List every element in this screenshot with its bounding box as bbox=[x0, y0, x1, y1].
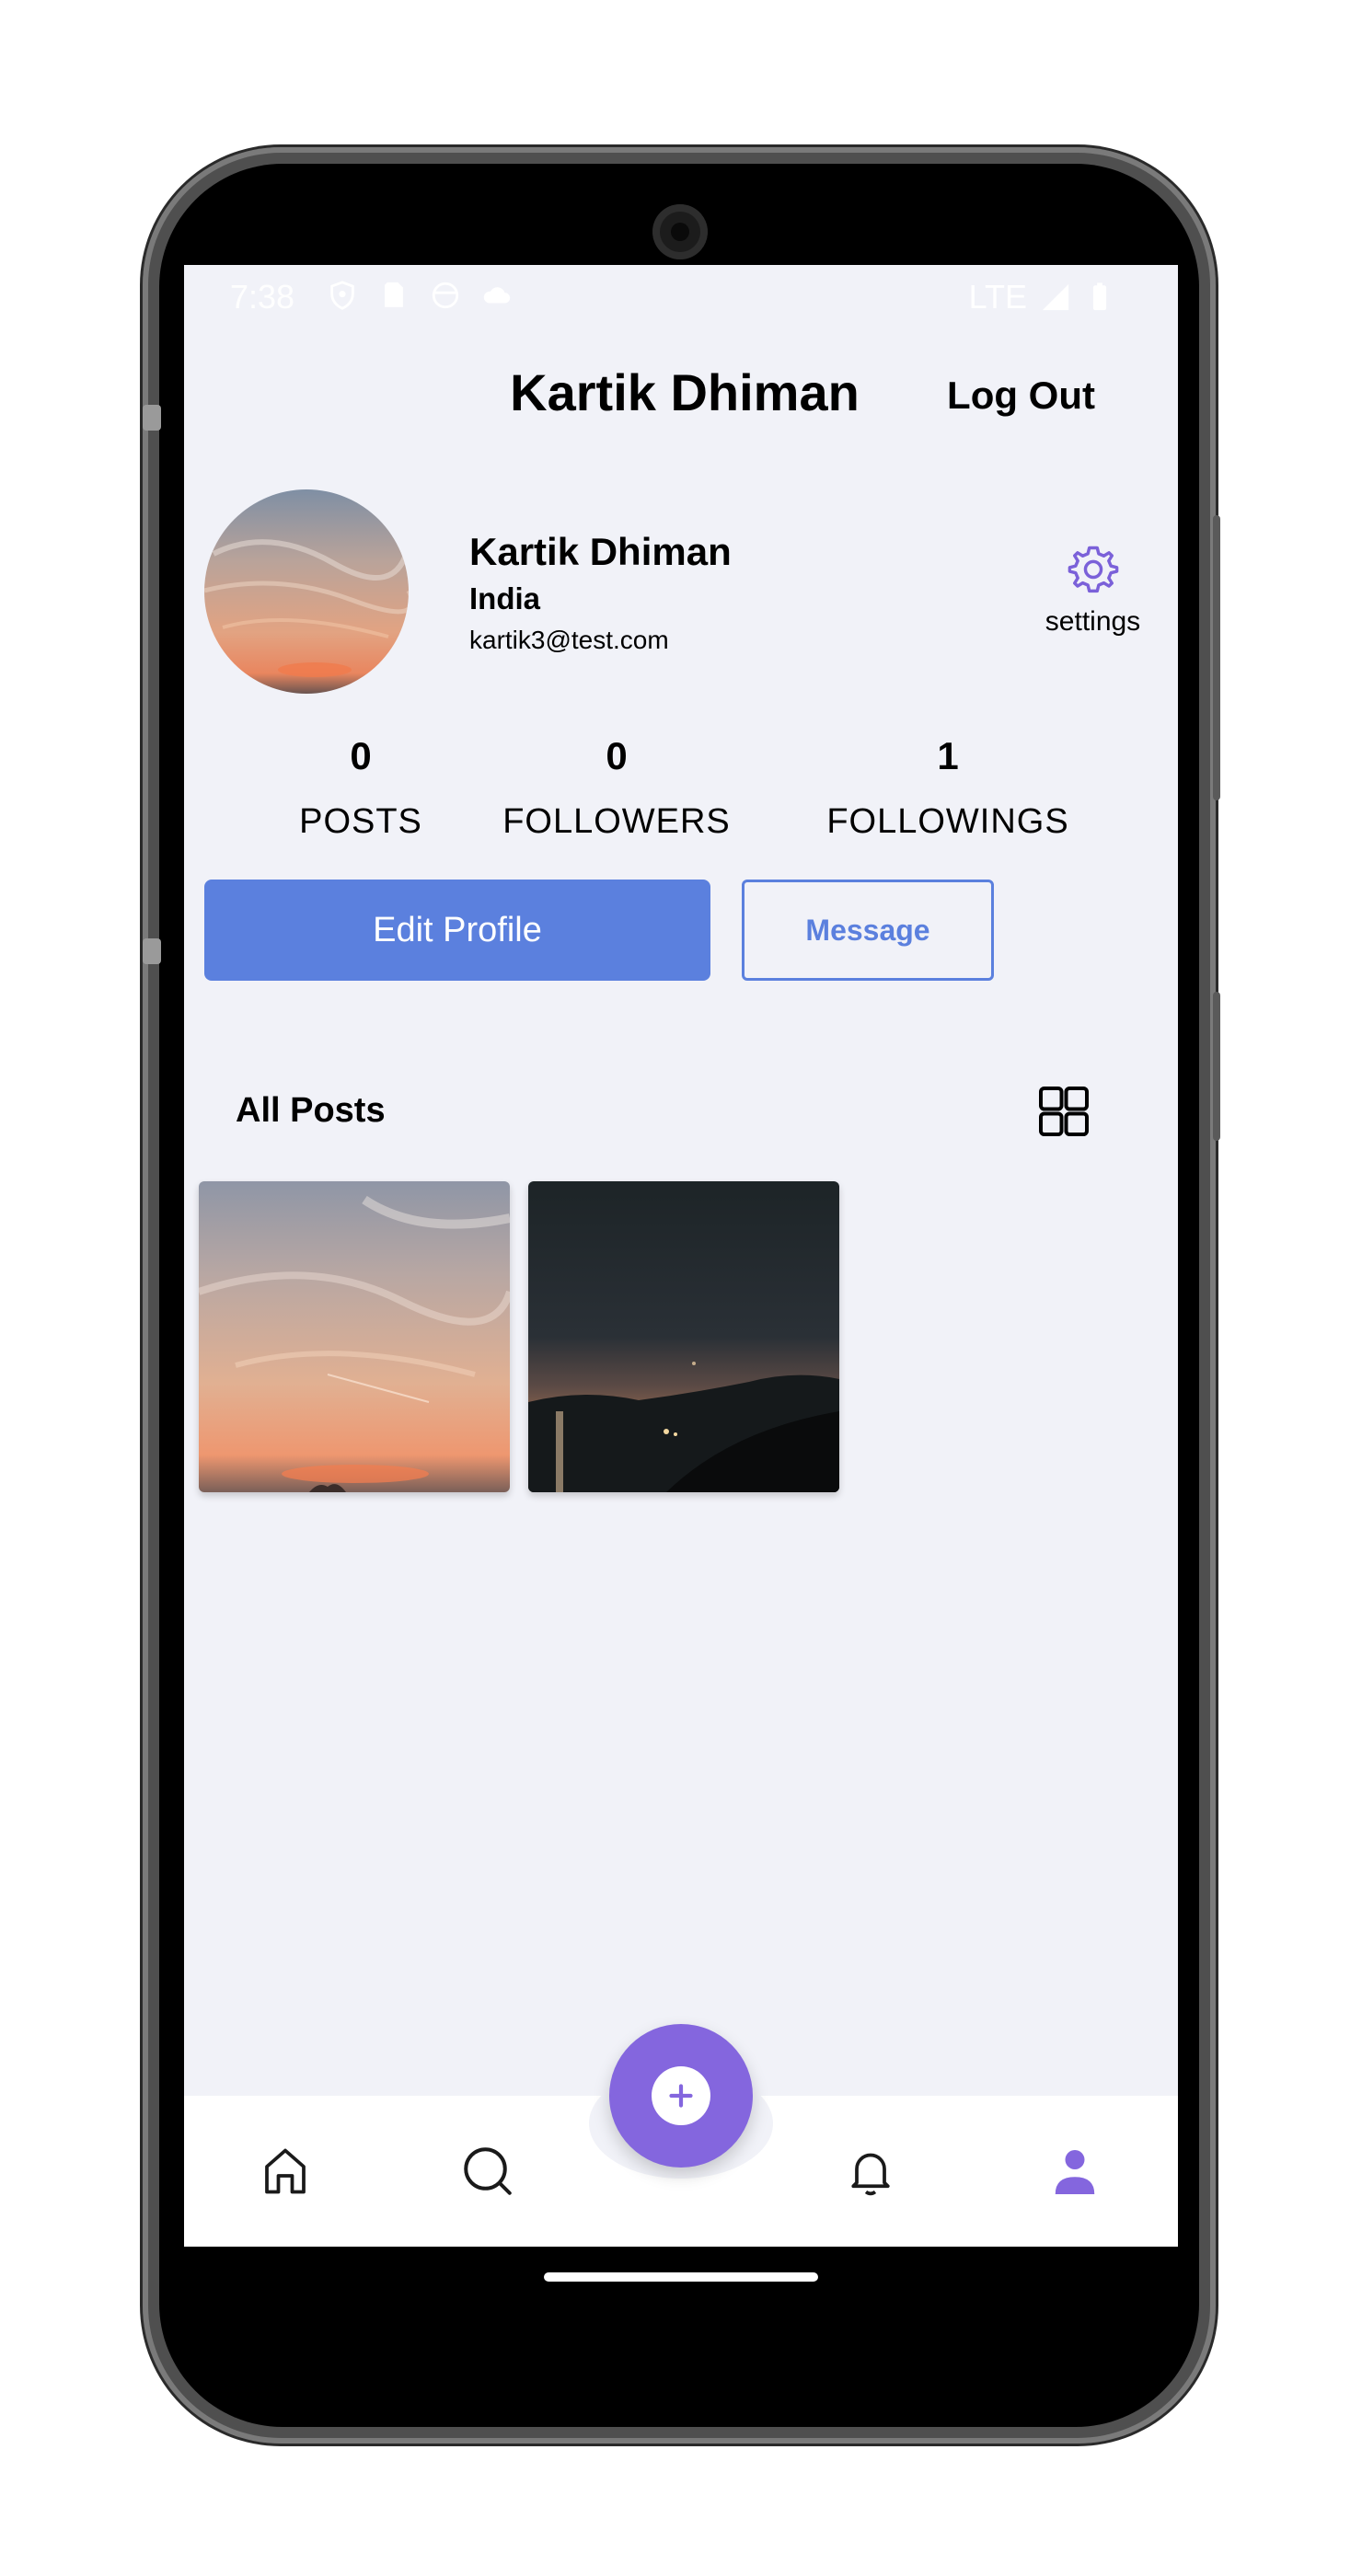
post-thumbnail[interactable] bbox=[199, 1181, 510, 1492]
post-thumbnail[interactable] bbox=[528, 1181, 839, 1492]
settings-label: settings bbox=[1045, 606, 1141, 637]
message-button[interactable]: Message bbox=[742, 880, 994, 981]
battery-icon bbox=[1092, 282, 1107, 311]
status-bar: 7:38 LTE bbox=[184, 265, 1178, 329]
add-post-button[interactable] bbox=[609, 2024, 753, 2168]
status-icons-right: LTE bbox=[969, 278, 1115, 316]
add-icon bbox=[652, 2066, 710, 2125]
sunset-sky-photo bbox=[199, 1181, 510, 1492]
cloud-icon bbox=[483, 287, 511, 304]
status-icons-left bbox=[327, 280, 513, 311]
app-screen: 7:38 LTE Kartik Dhiman Log Out Kartik Dh… bbox=[184, 265, 1178, 2247]
stat-followings[interactable]: 1 FOLLOWINGS bbox=[810, 734, 1086, 842]
stat-label: POSTS bbox=[299, 802, 422, 841]
left-side-button bbox=[143, 938, 161, 964]
status-time: 7:38 bbox=[230, 278, 295, 316]
stat-value: 1 bbox=[937, 734, 959, 777]
stat-posts[interactable]: 0 POSTS bbox=[287, 734, 434, 842]
profile-name: Kartik Dhiman bbox=[469, 530, 732, 573]
avatar-photo bbox=[204, 489, 409, 694]
left-side-button bbox=[143, 405, 161, 431]
device-mockup: 7:38 LTE Kartik Dhiman Log Out Kartik Dh… bbox=[0, 0, 1362, 2576]
bell-icon[interactable] bbox=[843, 2144, 898, 2199]
stat-value: 0 bbox=[350, 734, 372, 777]
home-indicator[interactable] bbox=[544, 2272, 818, 2282]
face-icon bbox=[432, 282, 459, 309]
sim-card-icon bbox=[385, 282, 403, 307]
shield-icon bbox=[330, 281, 354, 310]
profile-country: India bbox=[469, 581, 541, 615]
grid-view-icon[interactable] bbox=[1036, 1084, 1091, 1139]
settings-button[interactable]: settings bbox=[1031, 541, 1155, 638]
stat-label: FOLLOWERS bbox=[502, 802, 731, 841]
gear-icon bbox=[1068, 546, 1118, 593]
profile-email: kartik3@test.com bbox=[469, 626, 669, 654]
section-title: All Posts bbox=[236, 1091, 386, 1130]
home-icon[interactable] bbox=[258, 2144, 313, 2199]
logout-button[interactable]: Log Out bbox=[947, 374, 1095, 418]
power-button bbox=[1213, 515, 1220, 800]
edit-profile-button[interactable]: Edit Profile bbox=[204, 880, 710, 981]
stat-label: FOLLOWINGS bbox=[826, 802, 1069, 841]
search-icon[interactable] bbox=[460, 2144, 515, 2199]
stat-value: 0 bbox=[606, 734, 628, 777]
volume-button bbox=[1213, 992, 1220, 1141]
night-landscape-photo bbox=[528, 1181, 839, 1492]
profile-icon[interactable] bbox=[1047, 2144, 1102, 2199]
avatar[interactable] bbox=[204, 489, 409, 694]
front-camera bbox=[652, 204, 708, 259]
signal-icon bbox=[1042, 283, 1069, 311]
network-type: LTE bbox=[968, 278, 1027, 316]
stat-followers[interactable]: 0 FOLLOWERS bbox=[497, 734, 736, 842]
